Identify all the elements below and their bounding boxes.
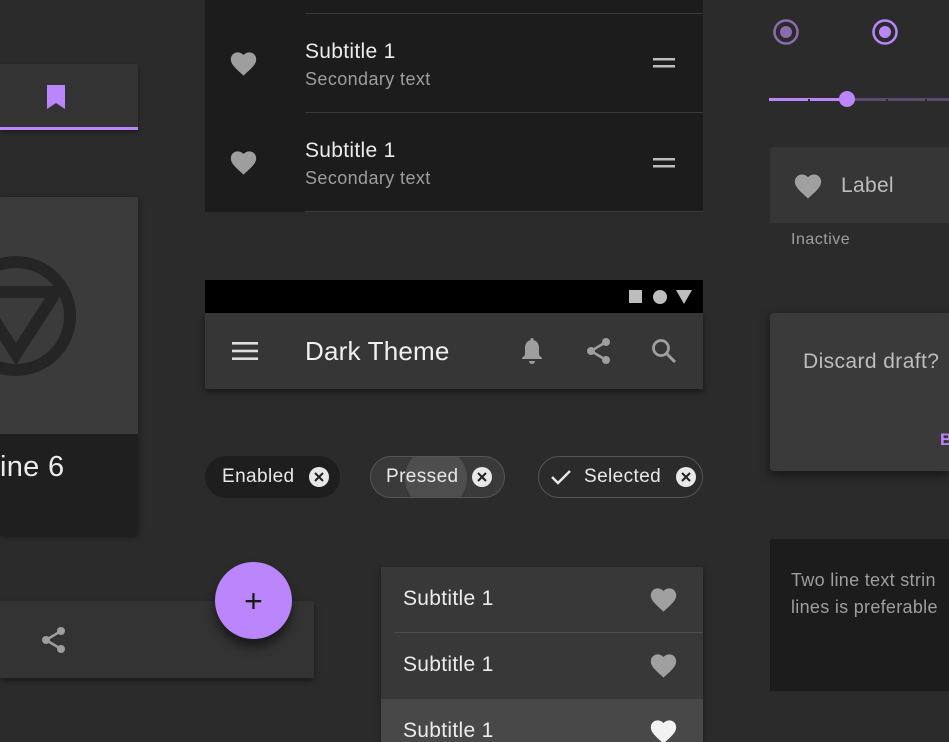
chip-label: Enabled <box>222 466 295 487</box>
slider-tick <box>925 99 927 101</box>
snackbar-text-line-1: Two line text strin <box>791 570 936 590</box>
list-item-primary: Subtitle 1 <box>305 40 396 63</box>
snackbar-text-line-2: lines is preferable <box>791 597 938 617</box>
slider-tick <box>808 99 810 101</box>
list-item[interactable]: Subtitle 1 Secondary text <box>205 14 703 113</box>
field-label: Label <box>841 174 894 197</box>
heart-icon[interactable] <box>649 586 678 613</box>
list-item[interactable]: Subtitle 1 Secondary text <box>205 113 703 212</box>
list-item-primary: Subtitle 1 <box>305 139 396 162</box>
heart-icon <box>230 52 257 76</box>
radio-button-unselected[interactable] <box>772 18 800 46</box>
heart-icon[interactable] <box>649 652 678 679</box>
add-icon: + <box>244 582 263 619</box>
circle-icon <box>653 290 667 304</box>
snackbar: Two line text strin lines is preferable <box>770 539 949 691</box>
tab-bookmark[interactable] <box>0 64 138 127</box>
tab-bar <box>0 64 138 130</box>
field-helper-text: Inactive <box>791 231 851 248</box>
radio-button-selected[interactable] <box>871 18 899 46</box>
heart-icon <box>794 174 822 199</box>
top-app-bar: Dark Theme <box>205 313 703 389</box>
chip-pressed[interactable]: Pressed <box>370 456 505 498</box>
list-item-label: Subtitle 1 <box>403 653 494 676</box>
chip-enabled[interactable]: Enabled <box>205 456 340 498</box>
chip-label: Pressed <box>386 466 459 487</box>
heart-icon[interactable] <box>649 718 678 742</box>
logo-icon <box>0 256 76 376</box>
drag-handle-icon[interactable] <box>653 158 675 168</box>
close-icon[interactable] <box>676 467 697 487</box>
list-item-secondary: Secondary text <box>305 168 431 188</box>
card-title: ine 6 <box>0 451 65 483</box>
list-item-secondary: Secondary text <box>305 69 431 89</box>
dialog: Discard draft? B <box>770 313 949 471</box>
list-item[interactable]: Subtitle 1 <box>381 567 703 633</box>
status-bar <box>205 280 703 313</box>
fab-add-button[interactable]: + <box>215 562 292 639</box>
close-icon[interactable] <box>308 467 329 487</box>
media-card[interactable]: ine 6 <box>0 197 138 535</box>
drag-handle-icon[interactable] <box>653 58 675 68</box>
check-icon <box>551 470 571 485</box>
draggable-list: Subtitle 1 Secondary text Subtitle 1 Sec… <box>205 0 703 212</box>
list-item[interactable]: Subtitle 1 <box>381 699 703 742</box>
list: Subtitle 1 Subtitle 1 Subtitle 1 <box>381 567 703 742</box>
app-bar-title: Dark Theme <box>305 336 450 366</box>
list-item[interactable]: Subtitle 1 <box>381 633 703 699</box>
slider-tick <box>886 99 888 101</box>
heart-icon <box>230 151 257 175</box>
list-item-label: Subtitle 1 <box>403 587 494 610</box>
chip-label: Selected <box>584 466 662 487</box>
chip-selected[interactable]: Selected <box>538 456 703 498</box>
share-icon[interactable] <box>585 337 613 365</box>
list-item-label: Subtitle 1 <box>403 719 494 742</box>
triangle-icon <box>676 290 692 304</box>
share-icon[interactable] <box>40 626 68 654</box>
menu-icon[interactable] <box>232 342 258 360</box>
slider-thumb[interactable] <box>839 91 855 107</box>
text-field[interactable]: Label <box>770 147 949 223</box>
list-divider <box>305 211 703 212</box>
dialog-title: Discard draft? <box>803 350 940 373</box>
search-icon[interactable] <box>651 338 677 364</box>
square-icon <box>629 290 642 303</box>
dialog-action-button[interactable]: B <box>940 430 949 450</box>
tab-indicator <box>0 127 138 130</box>
bookmark-icon <box>47 85 65 109</box>
bell-icon[interactable] <box>520 337 544 365</box>
card-media <box>0 197 138 434</box>
close-icon[interactable] <box>471 467 492 487</box>
